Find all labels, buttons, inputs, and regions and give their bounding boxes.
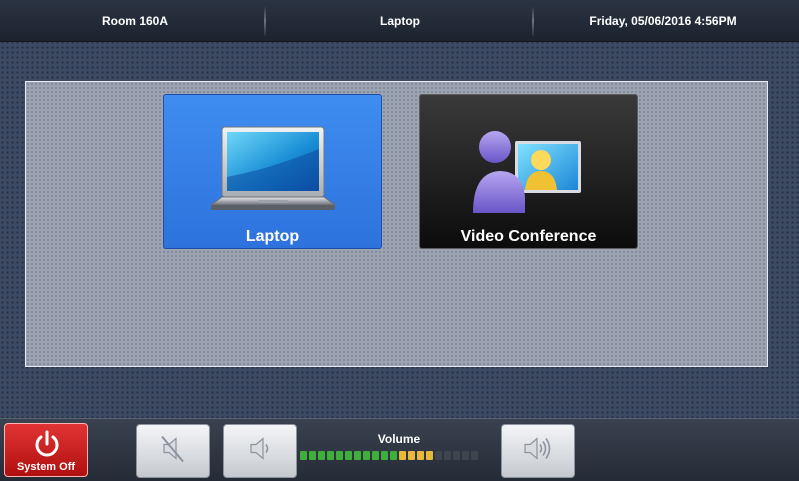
volume-segment [309,451,316,460]
video-conference-source-label: Video Conference [460,228,597,245]
date-time: Friday, 05/06/2016 4:56PM [589,14,737,28]
volume-up-icon [519,434,557,469]
volume-segment [453,451,460,460]
power-icon [34,430,60,463]
volume-segment [408,451,415,460]
volume-segment [435,451,442,460]
volume-segment [363,451,370,460]
system-off-label: System Off [16,461,76,473]
volume-segment [372,451,379,460]
mute-icon [156,434,190,469]
video-conference-icon [472,127,585,222]
header-divider [532,6,534,36]
header-bar: Room 160A Laptop Friday, 05/06/2016 4:56… [0,0,799,42]
volume-segment [399,451,406,460]
video-conference-source-button[interactable]: Video Conference [419,94,638,249]
volume-down-button[interactable] [223,424,297,478]
volume-up-button[interactable] [501,424,575,478]
source-panel: Laptop Video Conference [25,81,768,367]
current-source: Laptop [380,14,420,28]
volume-segment [462,451,469,460]
volume-segment [345,451,352,460]
volume-segment [381,451,388,460]
mute-button[interactable] [136,424,210,478]
room-name: Room 160A [101,14,169,28]
volume-label: Volume [377,432,421,446]
laptop-source-label: Laptop [245,228,300,245]
laptop-source-button[interactable]: Laptop [163,94,382,249]
volume-meter [300,451,498,461]
volume-segment [390,451,397,460]
footer-bar: System Off Volume [0,418,799,481]
volume-segment [318,451,325,460]
system-off-button[interactable]: System Off [4,423,88,477]
volume-segment [471,451,478,460]
volume-segment [336,451,343,460]
volume-segment [354,451,361,460]
volume-segment [417,451,424,460]
header-divider [264,6,266,36]
volume-segment [426,451,433,460]
laptop-icon [208,125,337,218]
volume-segment [444,451,451,460]
volume-segment [300,451,307,460]
volume-segment [327,451,334,460]
volume-down-icon [243,434,277,469]
